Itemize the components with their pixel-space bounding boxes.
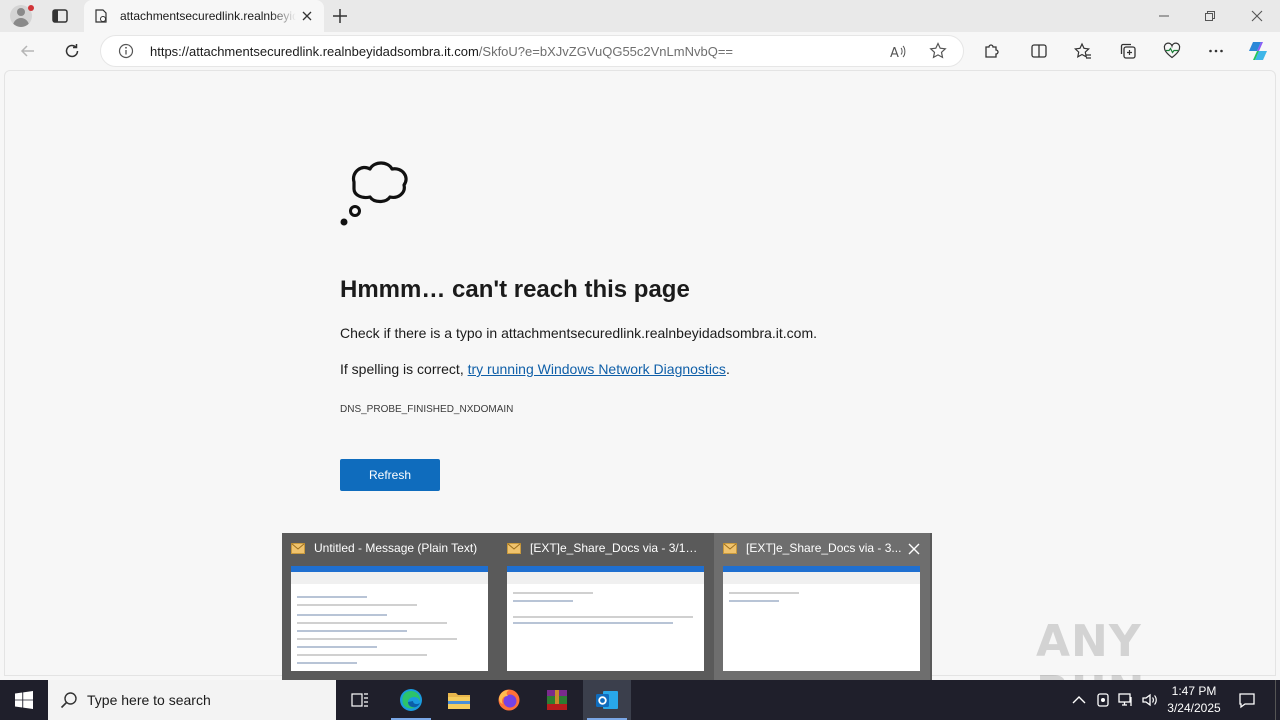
browser-toolbar: https://attachmentsecuredlink.realnbeyid… — [0, 32, 1280, 70]
more-dots-icon — [1209, 49, 1223, 53]
collections-button[interactable] — [1118, 41, 1138, 61]
favorites-icon — [1074, 42, 1091, 59]
window-thumbnail-active[interactable]: [EXT]e_Share_Docs via - 3... — [714, 533, 930, 680]
task-view-icon — [351, 693, 368, 707]
read-aloud-icon[interactable]: A — [889, 43, 907, 61]
split-screen-button[interactable] — [1029, 41, 1049, 61]
page-error-icon — [95, 9, 107, 23]
close-icon — [1251, 10, 1263, 22]
active-tab[interactable]: attachmentsecuredlink.realnbeyidadsombra… — [84, 0, 324, 32]
tab-actions-icon[interactable] — [50, 6, 70, 26]
thumbnail-title: [EXT]e_Share_Docs via - 3/18/2... — [530, 541, 698, 555]
url-domain: https://attachmentsecuredlink.realnbeyid… — [150, 44, 479, 59]
volume-icon[interactable] — [1141, 691, 1159, 709]
show-hidden-icons-chevron-icon[interactable] — [1070, 691, 1088, 709]
taskbar-file-explorer[interactable] — [435, 680, 483, 720]
network-diagnostics-link[interactable]: try running Windows Network Diagnostics — [468, 361, 726, 377]
thumbnail-preview — [507, 566, 704, 671]
new-tab-icon[interactable] — [330, 6, 350, 26]
site-info-icon[interactable] — [118, 43, 134, 59]
refresh-icon — [65, 44, 79, 58]
mail-envelope-icon — [291, 543, 305, 554]
extensions-icon — [985, 44, 999, 58]
anyrun-watermark: ANY RUN — [1036, 606, 1236, 718]
spelling-suffix: . — [725, 361, 730, 377]
browser-essentials-button[interactable] — [1162, 41, 1182, 61]
firefox-icon — [498, 689, 520, 711]
thumbnail-preview — [291, 566, 488, 671]
spelling-prefix: If spelling is correct, — [340, 361, 468, 377]
minimize-button[interactable] — [1141, 0, 1187, 32]
thumbnail-title: [EXT]e_Share_Docs via - 3... — [746, 541, 902, 555]
restore-icon — [1205, 11, 1215, 21]
notifications-icon[interactable] — [1238, 691, 1256, 709]
back-button[interactable] — [18, 41, 38, 61]
taskbar-clock[interactable]: 1:47 PM 3/24/2025 — [1158, 683, 1230, 717]
error-code: DNS_PROBE_FINISHED_NXDOMAIN — [340, 404, 514, 415]
profile-notification-dot — [28, 5, 34, 11]
url-path: /SkfoU?e=bXJvZGVuQG55c2VnLmNvbQ== — [478, 44, 734, 59]
spelling-hint: If spelling is correct, try running Wind… — [340, 361, 730, 377]
typo-hint-text: Check if there is a typo in attachmentse… — [340, 325, 818, 341]
window-thumbnail[interactable]: Untitled - Message (Plain Text) — [282, 533, 498, 680]
winrar-archive-icon — [547, 690, 567, 710]
taskbar-thumbnail-popup: Untitled - Message (Plain Text) [EXT]e_S… — [282, 533, 932, 680]
task-view-button[interactable] — [336, 680, 384, 720]
thumbnail-preview — [723, 566, 920, 671]
refresh-button[interactable] — [62, 41, 82, 61]
tab-close-icon[interactable] — [300, 9, 314, 23]
thought-cloud-icon — [340, 161, 408, 226]
start-button[interactable] — [0, 680, 48, 720]
error-heading: Hmmm… can't reach this page — [340, 276, 690, 303]
heartbeat-icon — [1163, 42, 1181, 59]
taskbar-search-box[interactable]: Type here to search — [48, 680, 336, 720]
close-window-button[interactable] — [1234, 0, 1280, 32]
edge-browser-icon — [400, 689, 422, 711]
folder-icon — [448, 693, 470, 709]
taskbar-edge[interactable] — [387, 680, 435, 720]
back-arrow-icon — [20, 45, 34, 57]
tray-device-icon[interactable] — [1094, 691, 1112, 709]
taskbar-winrar[interactable] — [533, 680, 581, 720]
taskbar-firefox[interactable] — [485, 680, 533, 720]
mail-envelope-icon — [507, 543, 521, 554]
copilot-button[interactable] — [1246, 39, 1270, 63]
settings-more-button[interactable] — [1206, 41, 1226, 61]
favorite-star-icon[interactable] — [929, 42, 947, 60]
show-desktop-button[interactable] — [1275, 680, 1280, 720]
taskbar-outlook[interactable] — [583, 680, 631, 720]
refresh-page-button[interactable]: Refresh — [340, 459, 440, 491]
split-screen-icon — [1031, 44, 1047, 58]
minimize-icon — [1159, 15, 1169, 17]
address-bar[interactable]: https://attachmentsecuredlink.realnbeyid… — [100, 35, 964, 67]
extensions-button[interactable] — [981, 41, 1001, 61]
thumbnail-close-icon[interactable] — [906, 541, 922, 557]
window-thumbnail[interactable]: [EXT]e_Share_Docs via - 3/18/2... — [498, 533, 714, 680]
restore-button[interactable] — [1187, 0, 1233, 32]
windows-logo-icon — [15, 691, 33, 709]
url-text[interactable]: https://attachmentsecuredlink.realnbeyid… — [150, 44, 733, 59]
browser-tab-bar: attachmentsecuredlink.realnbeyidadsombra… — [0, 0, 1280, 32]
mail-envelope-icon — [723, 543, 737, 554]
search-placeholder: Type here to search — [87, 692, 211, 708]
collections-icon — [1120, 43, 1136, 59]
svg-text:A: A — [890, 46, 899, 61]
network-icon[interactable] — [1117, 691, 1135, 709]
outlook-icon — [596, 691, 618, 709]
clock-date: 3/24/2025 — [1167, 701, 1221, 715]
copilot-icon — [1249, 42, 1267, 60]
favorites-button[interactable] — [1073, 41, 1093, 61]
clock-time: 1:47 PM — [1171, 684, 1217, 698]
search-icon — [60, 692, 77, 709]
thumbnail-title: Untitled - Message (Plain Text) — [314, 541, 478, 555]
tab-title: attachmentsecuredlink.realnbeyidadsombra… — [120, 9, 296, 23]
windows-taskbar: Type here to search 1:47 PM 3/24/2025 — [0, 680, 1280, 720]
